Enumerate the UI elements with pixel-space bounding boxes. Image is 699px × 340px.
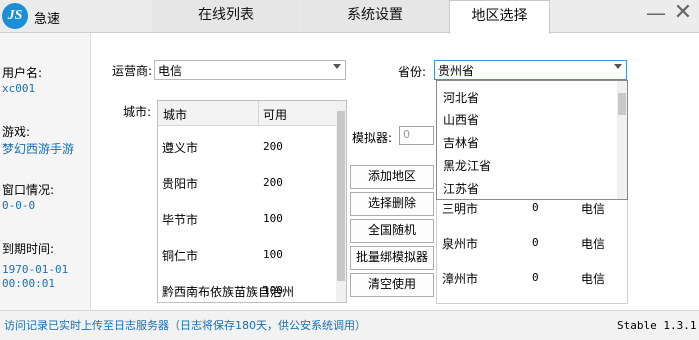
table-row[interactable]: 毕节市 100: [158, 200, 338, 236]
city-label: 城市:: [123, 105, 152, 119]
clear-used-button[interactable]: 清空使用: [350, 273, 434, 297]
scrollbar-thumb[interactable]: [337, 111, 345, 281]
add-region-button[interactable]: 添加地区: [350, 165, 434, 189]
province-label: 省份:: [398, 65, 427, 79]
region-carrier: 电信: [581, 272, 606, 286]
carrier-select[interactable]: 电信: [154, 60, 346, 80]
region-carrier: 电信: [581, 202, 606, 216]
city-avail: 200: [263, 176, 283, 189]
region-carrier: 电信: [581, 237, 606, 251]
tab-online-list[interactable]: 在线列表: [152, 0, 300, 32]
window-status-label: 窗口情况:: [2, 183, 55, 197]
expire-date: 1970-01-01: [2, 263, 69, 276]
simulator-label: 模拟器:: [352, 131, 393, 145]
table-row[interactable]: 铜仁市 100: [158, 236, 338, 272]
city-avail: 100: [263, 284, 283, 297]
carrier-label: 运营商:: [112, 64, 153, 78]
region-count: 0: [532, 201, 539, 214]
carrier-value: 电信: [158, 64, 183, 78]
city-name: 铜仁市: [162, 249, 199, 263]
city-name: 贵阳市: [162, 177, 199, 191]
app-title: 急速: [34, 12, 61, 27]
status-message: 访问记录已实时上传至日志服务器（日志将保存180天，供公安系统调用）: [4, 319, 366, 332]
table-row[interactable]: 贵阳市 200: [158, 164, 338, 200]
region-city: 漳州市: [442, 272, 479, 286]
expire-label: 到期时间:: [2, 242, 55, 256]
city-name: 遵义市: [162, 141, 199, 155]
city-table-header: 城市 可用: [158, 101, 338, 126]
scrollbar-thumb[interactable]: [618, 93, 626, 115]
table-row[interactable]: 遵义市 200: [158, 128, 338, 164]
province-value: 贵州省: [438, 64, 475, 78]
city-avail: 100: [263, 212, 283, 225]
province-option[interactable]: 河北省: [443, 89, 479, 106]
simulator-input[interactable]: 0: [399, 126, 434, 145]
minimize-icon[interactable]: —: [646, 3, 666, 24]
avail-column-header: 可用: [263, 108, 288, 122]
batch-bind-button[interactable]: 批量绑模拟器: [350, 246, 434, 270]
province-option[interactable]: 黑龙江省: [443, 157, 491, 174]
expire-time: 00:00:01: [2, 277, 55, 290]
close-icon[interactable]: ✕: [673, 2, 693, 24]
delete-selected-button[interactable]: 选择删除: [350, 192, 434, 216]
tab-region-select[interactable]: 地区选择: [449, 0, 550, 34]
game-value: 梦幻西游手游: [2, 142, 75, 156]
city-avail: 100: [263, 248, 283, 261]
table-row[interactable]: 黔西南布依族苗族自治州 100: [158, 272, 338, 302]
province-select[interactable]: 贵州省: [434, 60, 627, 80]
province-list-scrollbar[interactable]: [617, 81, 627, 199]
province-dropdown-list[interactable]: 河北省 山西省 吉林省 黑龙江省 江苏省: [436, 80, 628, 200]
region-count: 0: [532, 271, 539, 284]
city-column-header: 城市: [163, 108, 188, 122]
tab-system-settings[interactable]: 系统设置: [301, 0, 449, 32]
simulator-placeholder: 0: [403, 128, 410, 141]
chevron-down-icon: [614, 64, 622, 69]
app-logo: JS: [2, 3, 28, 29]
city-table-scrollbar[interactable]: [336, 101, 346, 302]
province-option[interactable]: 山西省: [443, 111, 479, 128]
username-label: 用户名:: [2, 66, 43, 80]
window-status-value: 0-0-0: [2, 199, 36, 212]
region-city: 三明市: [442, 202, 479, 216]
city-name: 黔西南布依族苗族自治州: [162, 285, 295, 299]
province-option[interactable]: 吉林省: [443, 134, 479, 151]
city-avail: 200: [263, 140, 283, 153]
username-value: xc001: [2, 82, 36, 95]
region-count: 0: [532, 236, 539, 249]
nationwide-random-button[interactable]: 全国随机: [350, 219, 434, 243]
region-city: 泉州市: [442, 237, 479, 251]
game-label: 游戏:: [2, 125, 31, 139]
chevron-down-icon: [333, 64, 341, 69]
version-label: Stable 1.3.1: [617, 319, 697, 332]
province-option[interactable]: 江苏省: [443, 180, 479, 197]
city-table[interactable]: 城市 可用 遵义市 200 贵阳市 200 毕节市 100 铜仁市 100 黔西…: [157, 100, 347, 303]
city-name: 毕节市: [162, 213, 199, 227]
